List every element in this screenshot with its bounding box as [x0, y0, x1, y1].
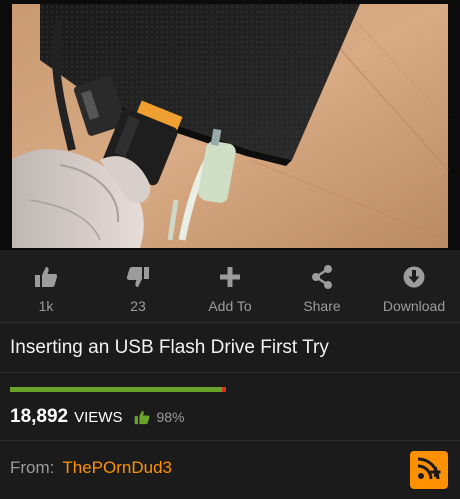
views-label: VIEWS: [74, 408, 123, 426]
uploader-row: From: ThePOrnDud3: [10, 458, 172, 478]
download-label: Download: [382, 298, 446, 314]
share-label: Share: [303, 298, 341, 314]
video-page: 1k 23 Add To Share Download Inserting an…: [0, 0, 460, 499]
like-button[interactable]: 1k: [0, 250, 92, 322]
thumbs-up-icon: [134, 410, 150, 425]
stats-row: 18,892 VIEWS 98%: [10, 405, 185, 429]
video-player[interactable]: [0, 0, 460, 250]
add-to-button[interactable]: Add To: [184, 250, 276, 322]
plus-icon: [219, 260, 241, 294]
video-thumbnail: [0, 0, 460, 250]
subscribe-button[interactable]: [410, 451, 448, 489]
from-label: From:: [10, 458, 55, 477]
action-bar: 1k 23 Add To Share Download: [0, 250, 460, 322]
thumbs-up-icon: [34, 260, 58, 294]
uploader-link[interactable]: ThePOrnDud3: [62, 458, 172, 478]
rating-percent: 98%: [156, 409, 185, 425]
share-icon: [311, 260, 333, 294]
video-title: Inserting an USB Flash Drive First Try: [10, 337, 329, 358]
add-to-label: Add To: [208, 298, 252, 314]
dislike-button[interactable]: 23: [92, 250, 184, 322]
thumbs-down-icon: [126, 260, 150, 294]
divider: [0, 372, 460, 373]
download-button[interactable]: Download: [368, 250, 460, 322]
rss-plus-icon: [416, 455, 442, 486]
divider: [0, 440, 460, 441]
views-count: 18,892: [10, 406, 69, 427]
rating-bar: [10, 387, 226, 392]
dislike-count: 23: [130, 298, 146, 314]
divider: [0, 322, 460, 323]
download-icon: [403, 260, 425, 294]
share-button[interactable]: Share: [276, 250, 368, 322]
rating-bar-fill: [10, 387, 222, 392]
like-count: 1k: [38, 298, 54, 314]
